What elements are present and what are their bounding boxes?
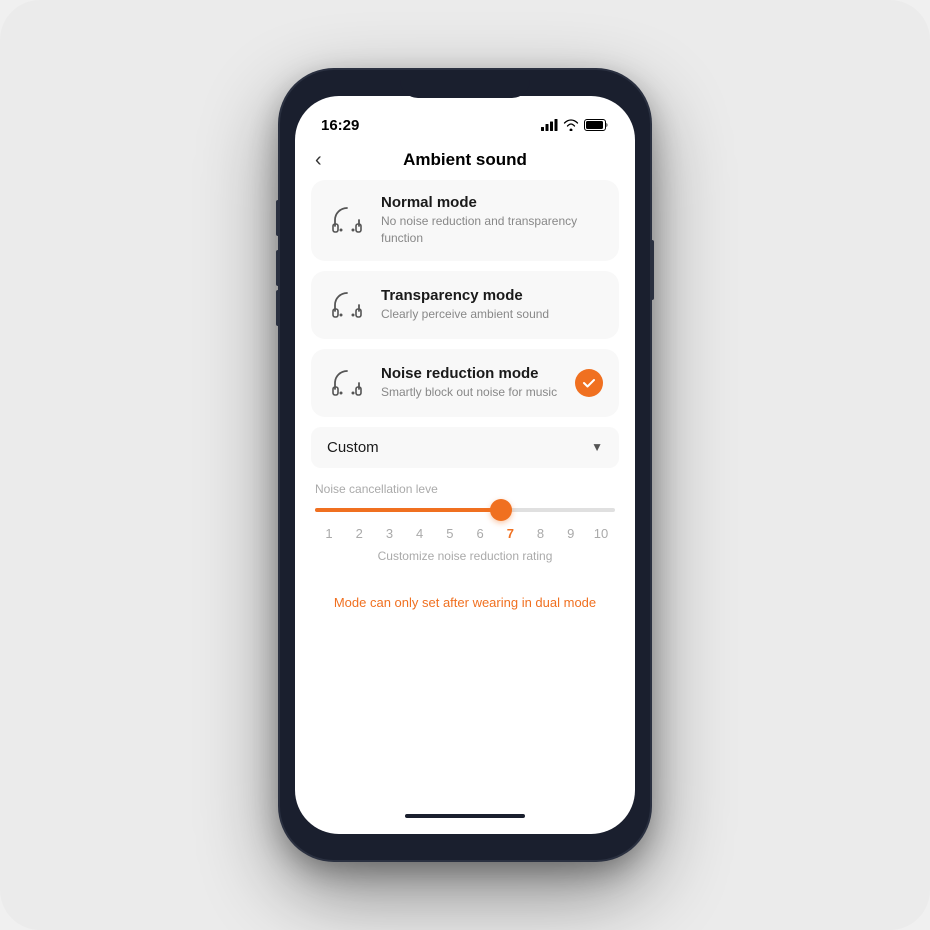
headphone-icon-noise — [327, 363, 367, 403]
custom-dropdown[interactable]: Custom ▼ — [311, 427, 619, 468]
slider-num-4: 4 — [410, 526, 430, 541]
wifi-icon — [563, 119, 579, 131]
transparency-mode-title: Transparency mode — [381, 287, 603, 304]
slider-thumb[interactable] — [490, 499, 512, 521]
headphone-icon-normal — [327, 200, 367, 240]
headphone-icon-transparency — [327, 285, 367, 325]
transparency-mode-text: Transparency mode Clearly perceive ambie… — [381, 287, 603, 323]
normal-mode-card[interactable]: Normal mode No noise reduction and trans… — [311, 180, 619, 261]
slider-num-8: 8 — [531, 526, 551, 541]
nav-bar: ‹ Ambient sound — [295, 144, 635, 180]
home-indicator-area — [295, 814, 635, 834]
slider-fill — [315, 508, 501, 512]
status-icons — [541, 119, 609, 131]
normal-mode-text: Normal mode No noise reduction and trans… — [381, 194, 603, 247]
slider-numbers: 1 2 3 4 5 6 7 8 9 10 — [315, 526, 615, 541]
screen: 16:29 — [295, 96, 635, 834]
battery-icon — [584, 119, 609, 131]
noise-reduction-mode-card[interactable]: Noise reduction mode Smartly block out n… — [311, 349, 619, 417]
status-bar: 16:29 — [295, 96, 635, 144]
notch — [400, 70, 530, 98]
slider-num-2: 2 — [349, 526, 369, 541]
noise-reduction-mode-text: Noise reduction mode Smartly block out n… — [381, 365, 561, 401]
normal-mode-title: Normal mode — [381, 194, 603, 211]
signal-icon — [541, 119, 558, 131]
custom-dropdown-label: Custom — [327, 439, 379, 456]
normal-mode-desc: No noise reduction and transparency func… — [381, 213, 603, 247]
slider-num-10: 10 — [591, 526, 611, 541]
customize-rating-text: Customize noise reduction rating — [315, 549, 615, 563]
slider-num-3: 3 — [379, 526, 399, 541]
slider-num-9: 9 — [561, 526, 581, 541]
slider-track — [315, 508, 615, 512]
transparency-mode-desc: Clearly perceive ambient sound — [381, 306, 603, 323]
noise-cancellation-section: Noise cancellation leve 1 2 3 4 5 6 — [311, 482, 619, 563]
dropdown-arrow-icon: ▼ — [591, 440, 603, 454]
home-indicator — [405, 814, 525, 818]
content-area: Normal mode No noise reduction and trans… — [295, 180, 635, 814]
scene: 16:29 — [0, 0, 930, 930]
slider-num-1: 1 — [319, 526, 339, 541]
status-time: 16:29 — [321, 117, 359, 134]
noise-cancellation-label: Noise cancellation leve — [315, 482, 615, 496]
slider-num-6: 6 — [470, 526, 490, 541]
page-title: Ambient sound — [403, 150, 527, 170]
slider-num-7-active: 7 — [500, 526, 520, 541]
noise-reduction-mode-desc: Smartly block out noise for music — [381, 384, 561, 401]
noise-slider[interactable] — [315, 508, 615, 512]
phone-shell: 16:29 — [280, 70, 650, 860]
selected-check-badge — [575, 369, 603, 397]
noise-reduction-mode-title: Noise reduction mode — [381, 365, 561, 382]
back-button[interactable]: ‹ — [315, 149, 322, 172]
transparency-mode-card[interactable]: Transparency mode Clearly perceive ambie… — [311, 271, 619, 339]
warning-text: Mode can only set after wearing in dual … — [311, 579, 619, 626]
slider-num-5: 5 — [440, 526, 460, 541]
